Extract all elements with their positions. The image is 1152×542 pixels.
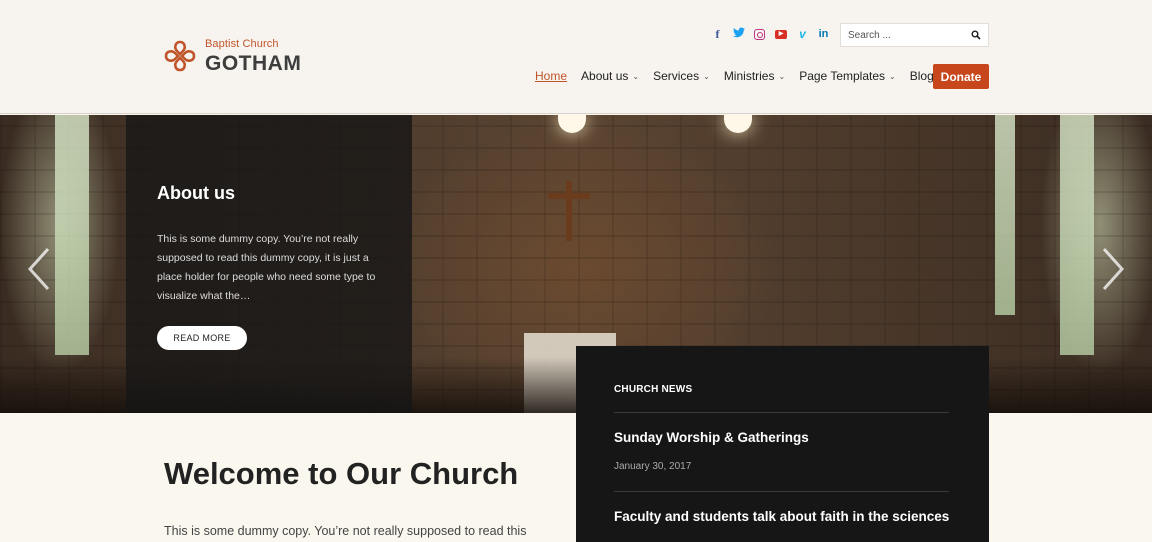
altar-cross [566,181,572,241]
instagram-icon[interactable] [754,28,765,40]
main-nav: Home About us ⌄ Services ⌄ Ministries ⌄ Pag… [535,64,948,88]
social-links: f ▶ v in [712,27,829,41]
chevron-left-icon[interactable] [24,245,54,293]
news-heading: CHURCH NEWS [614,384,693,395]
linkedin-icon[interactable]: in [818,27,829,41]
nav-label: Page Templates [799,69,886,83]
nav-item-about-us[interactable]: About us ⌄ [581,69,639,83]
search-box [840,23,989,47]
site-header: Baptist Church GOTHAM f ▶ v in Home Abou… [0,0,1152,114]
nav-item-blog[interactable]: Blog [910,69,934,83]
chevron-down-icon: ⌄ [703,71,710,81]
church-logo-icon [164,40,196,72]
search-input[interactable] [841,24,966,46]
nav-label: About us [581,69,629,83]
chevron-down-icon: ⌄ [778,71,786,81]
hero-caption-panel: About us This is some dummy copy. You’re… [126,115,412,413]
stained-window [1060,115,1094,355]
hero-text: This is some dummy copy. You’re not real… [157,233,376,302]
nav-label: Ministries [723,69,775,83]
news-item-title[interactable]: Sunday Worship & Gatherings [614,430,809,445]
facebook-icon[interactable]: f [712,27,723,41]
nav-label: Blog [909,69,934,83]
church-news-box: CHURCH NEWS Sunday Worship & Gatherings … [576,346,989,542]
divider [614,491,949,492]
news-item-title[interactable]: Faculty and students talk about faith in… [614,509,949,524]
news-item-date: January 30, 2017 [614,461,692,472]
chevron-down-icon: ⌄ [632,71,640,81]
nav-item-services[interactable]: Services ⌄ [653,69,710,83]
donate-button[interactable]: Donate [933,64,989,89]
chevron-right-icon[interactable] [1098,245,1128,293]
divider [614,412,949,413]
altar-cross-bar [548,193,590,199]
nav-item-page-templates[interactable]: Page Templates ⌄ [799,69,896,83]
hero-title: About us [157,183,235,203]
youtube-icon[interactable]: ▶ [775,29,787,39]
stained-window [55,115,89,355]
read-more-button[interactable]: READ MORE [157,326,247,350]
twitter-icon[interactable] [733,27,745,41]
logo-title: GOTHAM [205,51,302,75]
nav-item-ministries[interactable]: Ministries ⌄ [724,69,785,83]
vimeo-icon[interactable]: v [797,27,808,41]
nav-item-home[interactable]: Home [535,69,567,83]
nav-label: Home [535,69,568,83]
nav-label: Services [653,69,700,83]
logo-subtitle: Baptist Church [205,37,279,50]
page-title: Welcome to Our Church [164,456,519,491]
site-logo[interactable]: Baptist Church GOTHAM [163,38,301,74]
search-icon[interactable] [971,30,981,40]
chevron-down-icon: ⌄ [889,71,896,81]
intro-text: This is some dummy copy. You’re not real… [164,524,527,538]
stained-window [995,115,1015,315]
